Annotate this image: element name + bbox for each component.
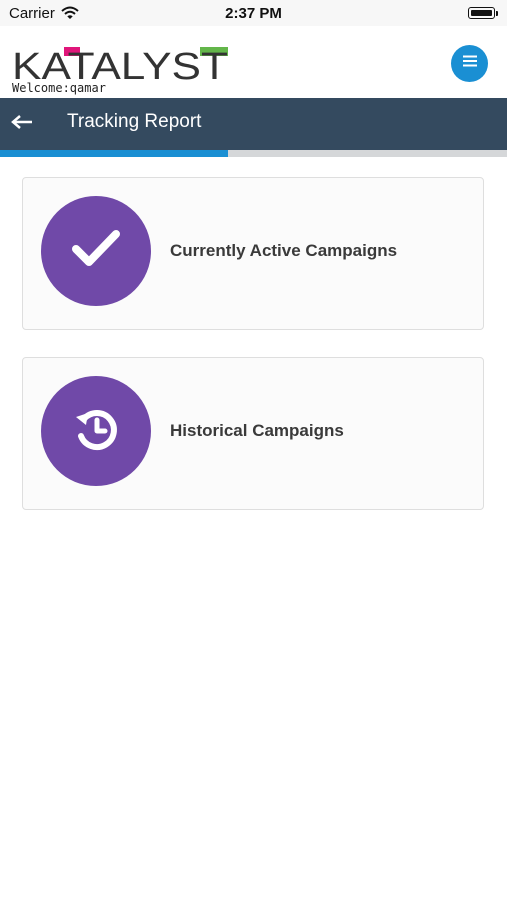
- status-bar: Carrier 2:37 PM: [0, 0, 507, 26]
- page-title: Tracking Report: [67, 111, 202, 132]
- back-button[interactable]: [8, 110, 36, 138]
- historical-campaigns-icon-circle: [41, 376, 151, 486]
- active-campaigns-icon-circle: [41, 196, 151, 306]
- svg-text:KATALYST: KATALYST: [12, 46, 228, 84]
- katalyst-logo: KATALYST: [12, 44, 230, 88]
- menu-button[interactable]: [451, 45, 488, 82]
- toolbar: Tracking Report: [0, 98, 507, 150]
- hamburger-menu-icon: [462, 54, 478, 73]
- progress-bar: [0, 150, 507, 157]
- historical-campaigns-card[interactable]: Historical Campaigns: [22, 357, 484, 510]
- clock-time: 2:37 PM: [225, 5, 282, 22]
- history-icon: [72, 405, 120, 458]
- progress-fill: [0, 150, 229, 157]
- check-icon: [72, 229, 120, 274]
- back-arrow-icon: [10, 114, 34, 135]
- active-campaigns-card[interactable]: Currently Active Campaigns: [22, 177, 484, 330]
- welcome-text: Welcome:qamar: [12, 81, 106, 95]
- app-header: KATALYST Welcome:qamar: [0, 26, 507, 98]
- active-campaigns-label: Currently Active Campaigns: [170, 241, 398, 260]
- historical-campaigns-label: Historical Campaigns: [170, 421, 344, 440]
- battery-icon: [468, 7, 498, 19]
